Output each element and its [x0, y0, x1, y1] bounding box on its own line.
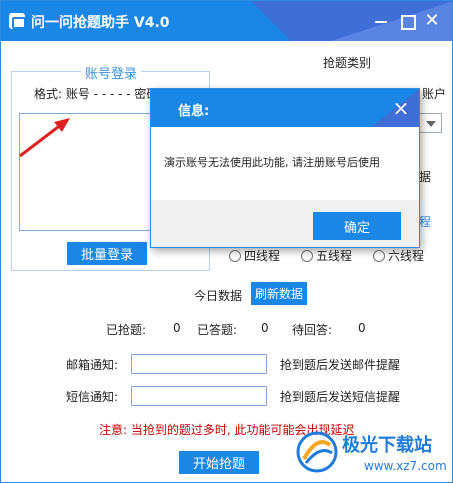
email-notify-hint: 抢到题后发送邮件提醒: [280, 358, 401, 372]
minimize-button[interactable]: [371, 11, 391, 31]
answered-value: 0: [261, 321, 269, 335]
dialog-message: 演示账号无法使用此功能, 请注册账号后使用: [164, 156, 380, 169]
watermark-text: 极光下载站: [342, 435, 432, 456]
category-label: 抢题类别: [323, 56, 372, 70]
today-data-label: 今日数据: [194, 289, 243, 303]
title-bar[interactable]: 问一问抢题助手 V4.0 ✕: [1, 1, 452, 41]
pending-label: 待回答:: [292, 323, 333, 337]
radio-icon: [229, 250, 241, 262]
email-notify-label: 邮箱通知:: [66, 358, 119, 372]
radio-icon: [373, 250, 385, 262]
refresh-data-button[interactable]: 刷新数据: [251, 282, 307, 305]
main-window: 问一问抢题助手 V4.0 ✕ 账号登录 格式: 账号 - - - - - 密码 …: [0, 0, 453, 483]
window-title: 问一问抢题助手 V4.0: [31, 15, 170, 31]
account-label-partial: 账户: [422, 87, 447, 101]
thread-radio-4[interactable]: 四线程: [229, 247, 280, 264]
category-select[interactable]: [419, 113, 442, 133]
grabbed-value: 0: [173, 321, 181, 335]
email-notify-input[interactable]: [131, 354, 267, 374]
maximize-button[interactable]: [397, 11, 417, 31]
watermark-url: www.xz7.com: [364, 459, 447, 473]
dialog-title-bar[interactable]: 信息: ×: [151, 89, 419, 127]
watermark: 极光下载站 www.xz7.com: [294, 425, 452, 482]
account-format-label: 格式: 账号 - - - - - 密码: [34, 87, 159, 101]
grabbed-label: 已抢题:: [106, 323, 147, 337]
start-grab-button[interactable]: 开始抢题: [179, 451, 259, 474]
thread-radio-6[interactable]: 六线程: [373, 247, 424, 264]
app-icon: [9, 13, 26, 29]
pending-value: 0: [358, 321, 366, 335]
sms-notify-input[interactable]: [131, 386, 267, 406]
batch-login-button[interactable]: 批量登录: [67, 242, 147, 265]
aurora-logo-icon: [296, 431, 338, 473]
close-button[interactable]: ✕: [422, 11, 442, 31]
radio-icon: [301, 250, 313, 262]
account-login-title: 账号登录: [81, 63, 142, 82]
dialog-body: 演示账号无法使用此功能, 请注册账号后使用: [151, 127, 419, 200]
sms-notify-label: 短信通知:: [66, 390, 119, 404]
data-label-partial: 据: [419, 170, 432, 184]
info-dialog: 信息: × 演示账号无法使用此功能, 请注册账号后使用 确定: [150, 88, 420, 248]
title-decoration: [251, 1, 291, 41]
answered-label: 已答题:: [197, 323, 238, 337]
dialog-ok-button[interactable]: 确定: [313, 212, 401, 240]
red-arrow-annotation: [19, 118, 70, 158]
sms-notify-hint: 抢到题后发送短信提醒: [280, 390, 401, 404]
dialog-title: 信息:: [178, 104, 210, 119]
thread-label-partial: 程: [419, 215, 432, 229]
dialog-close-icon[interactable]: ×: [391, 98, 411, 118]
thread-radio-5[interactable]: 五线程: [301, 247, 352, 264]
